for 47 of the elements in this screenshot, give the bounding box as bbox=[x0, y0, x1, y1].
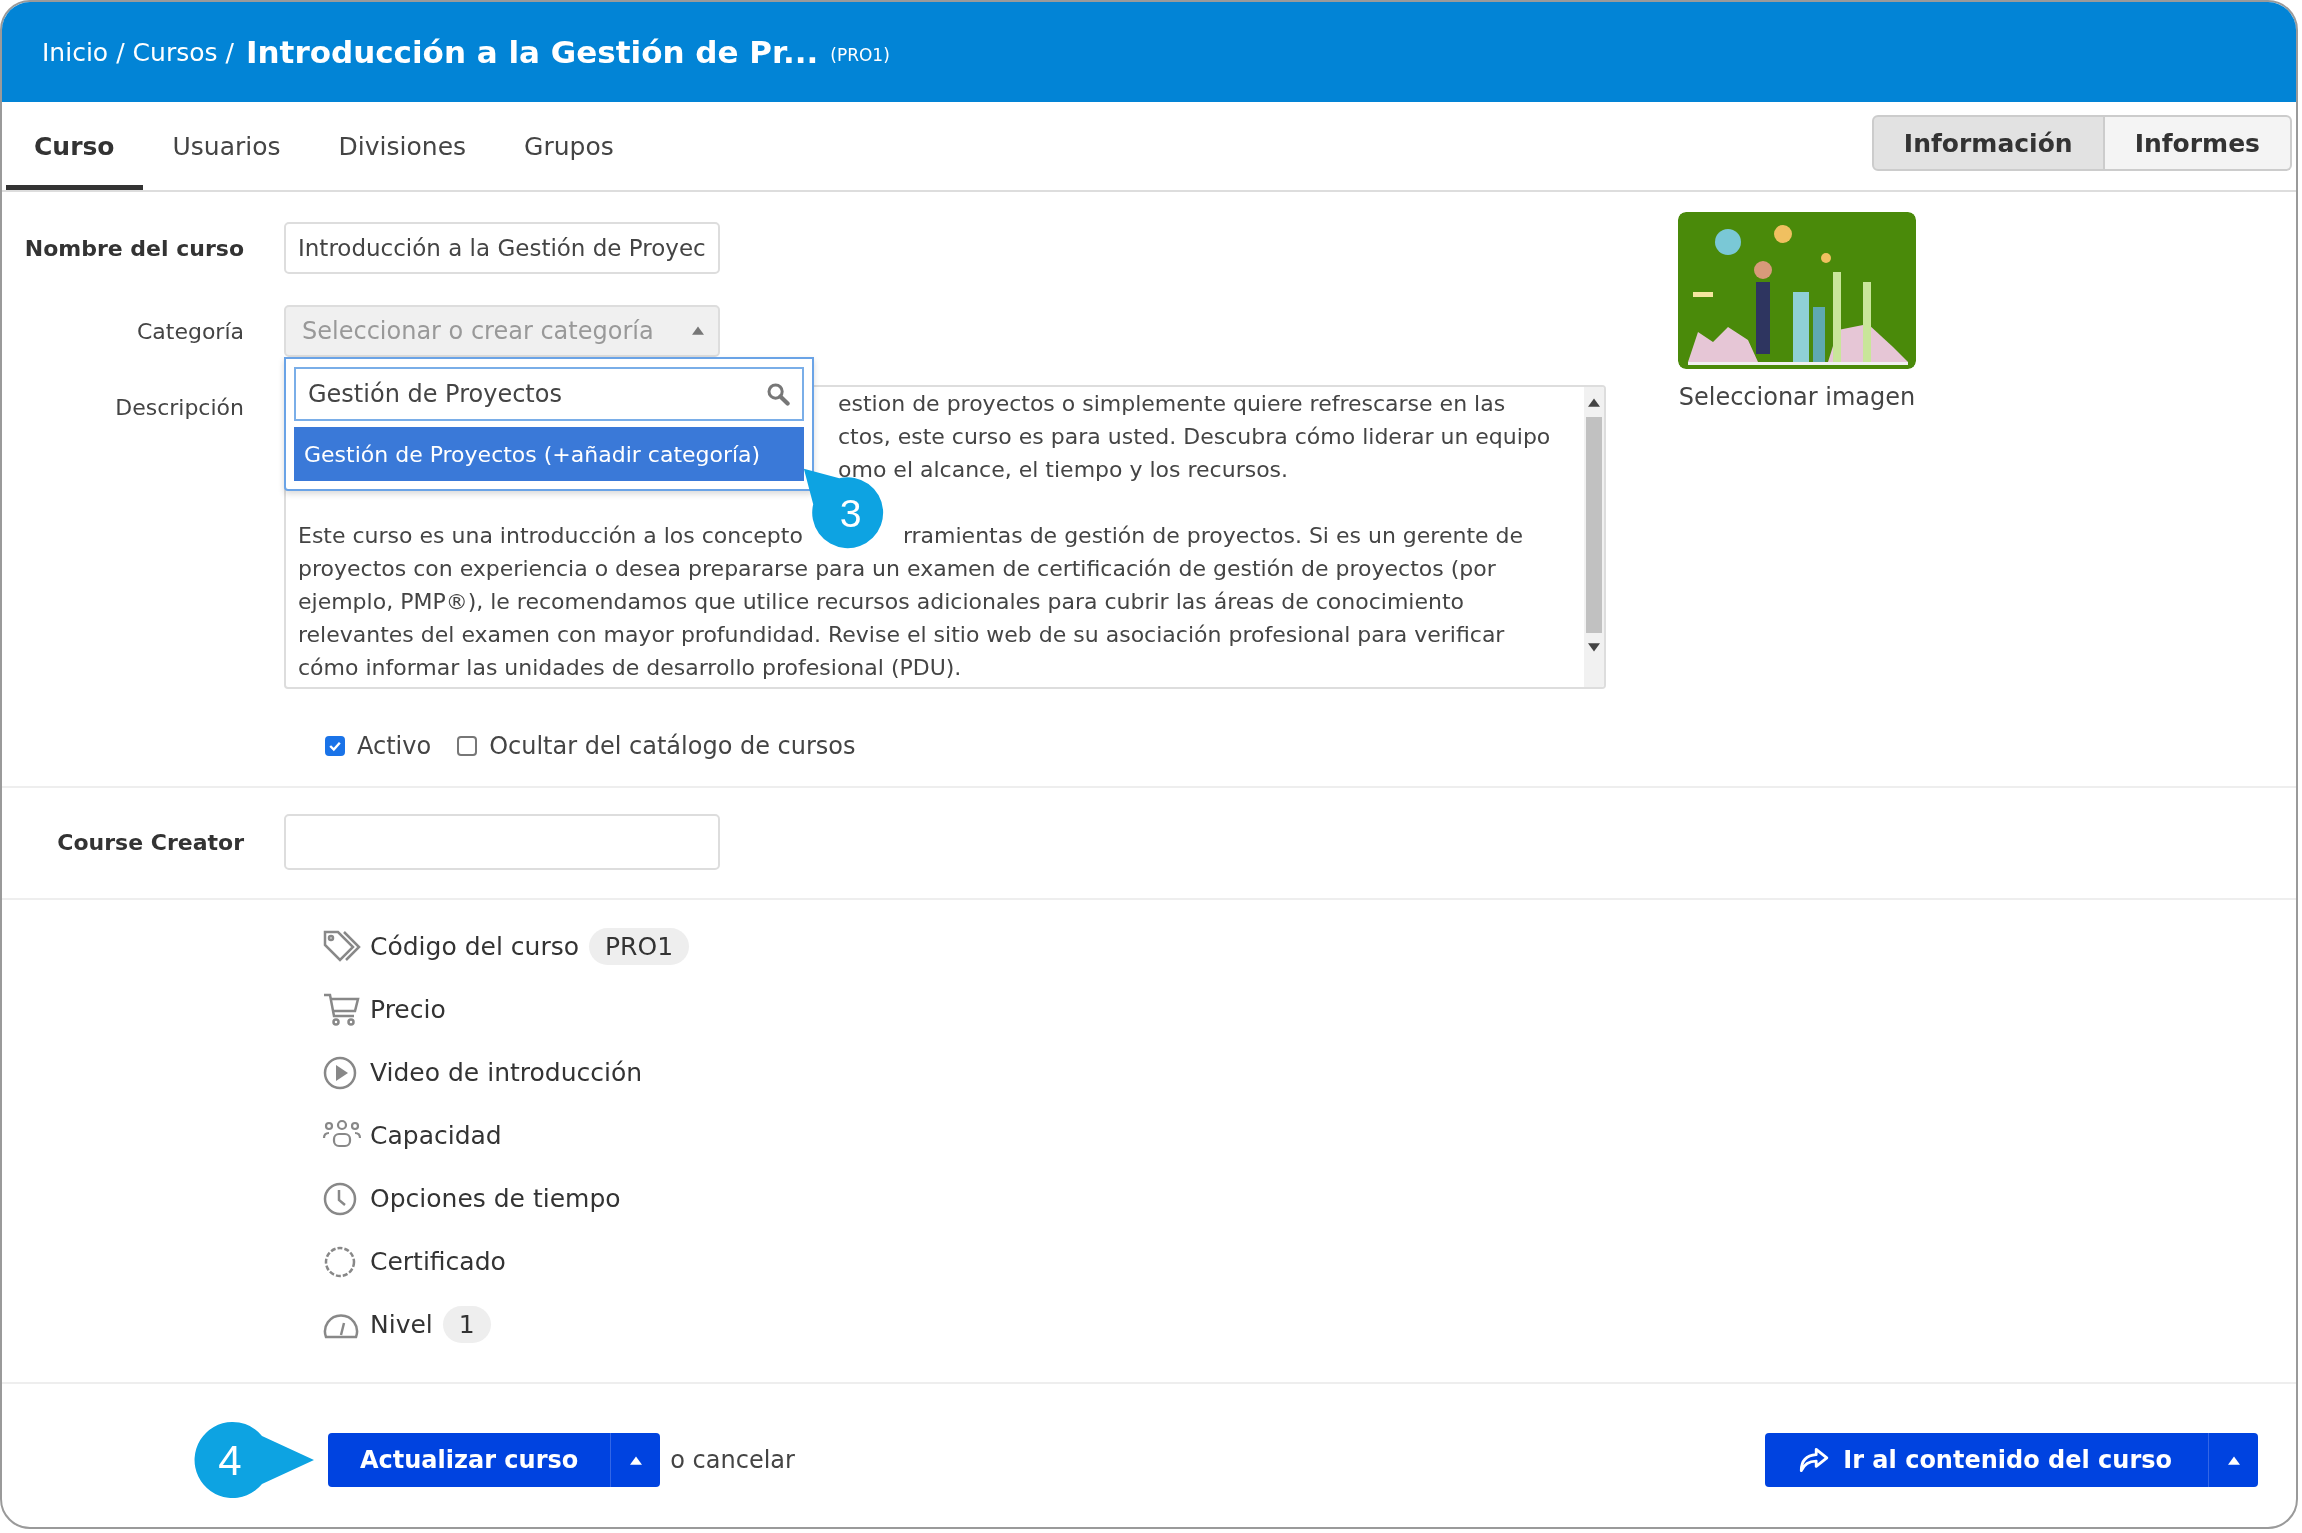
breadcrumb-link[interactable]: Inicio bbox=[42, 37, 109, 67]
field-label: Course Creator bbox=[56, 829, 245, 855]
field-label: Descripción bbox=[114, 394, 245, 420]
option-label[interactable]: Código del curso bbox=[370, 932, 579, 961]
tab[interactable]: Curso bbox=[6, 102, 143, 190]
caret-button[interactable] bbox=[2208, 1433, 2258, 1487]
field-label: Categoría bbox=[135, 318, 245, 344]
tab[interactable]: Divisiones bbox=[310, 102, 495, 190]
option-label[interactable]: Nivel bbox=[370, 1310, 433, 1339]
breadcrumb-link[interactable]: Cursos bbox=[132, 37, 218, 67]
view-toggle-button[interactable]: Informes bbox=[2104, 115, 2292, 171]
share-icon bbox=[1797, 1446, 1830, 1474]
tab[interactable]: Grupos bbox=[496, 102, 642, 190]
caret-button[interactable] bbox=[610, 1433, 661, 1487]
checkbox[interactable] bbox=[325, 736, 345, 756]
select-image-link[interactable]: Seleccionar imagen bbox=[1678, 383, 1916, 411]
go-to-content-button[interactable]: Ir al contenido del curso bbox=[1765, 1433, 2208, 1487]
field-label: Nombre del curso bbox=[23, 235, 245, 261]
option-label[interactable]: Capacidad bbox=[370, 1121, 502, 1150]
option-label[interactable]: Certificado bbox=[370, 1247, 506, 1276]
search-icon bbox=[766, 382, 790, 406]
caret-icon bbox=[629, 1455, 642, 1465]
course-creator-field[interactable] bbox=[284, 814, 720, 870]
update-course-button[interactable]: Actualizar curso bbox=[328, 1433, 611, 1487]
breadcrumb-separator: / bbox=[225, 37, 234, 67]
option-label[interactable]: Video de introducción bbox=[370, 1058, 643, 1087]
course-code: (PRO1) bbox=[830, 45, 890, 65]
scroll-down-icon[interactable] bbox=[1588, 643, 1600, 653]
caret-icon bbox=[692, 325, 704, 335]
tab[interactable]: Usuarios bbox=[144, 102, 309, 190]
option-value: PRO1 bbox=[589, 928, 690, 965]
cancel-link[interactable]: o cancelar bbox=[670, 1446, 795, 1474]
checkbox[interactable] bbox=[457, 736, 478, 756]
option-label[interactable]: Precio bbox=[370, 995, 446, 1024]
page-title: Introducción a la Gestión de Pr... bbox=[245, 34, 819, 70]
option-label[interactable]: Opciones de tiempo bbox=[370, 1184, 621, 1213]
scroll-up-icon[interactable] bbox=[1588, 397, 1600, 407]
caret-icon bbox=[2227, 1455, 2240, 1465]
scrollbar[interactable] bbox=[1584, 387, 1604, 687]
dropdown-option[interactable]: Gestión de Proyectos (+añadir categoría) bbox=[294, 427, 804, 481]
checkbox-label: Activo bbox=[357, 732, 432, 760]
option-value: 1 bbox=[442, 1306, 491, 1343]
view-toggle-button[interactable]: Información bbox=[1871, 115, 2105, 171]
category-search-field[interactable]: Gestión de Proyectos bbox=[294, 367, 804, 421]
breadcrumb-separator: / bbox=[116, 37, 125, 67]
course-name-field[interactable]: Introducción a la Gestión de Proyec bbox=[284, 222, 720, 274]
checkbox-label: Ocultar del catálogo de cursos bbox=[489, 732, 856, 760]
